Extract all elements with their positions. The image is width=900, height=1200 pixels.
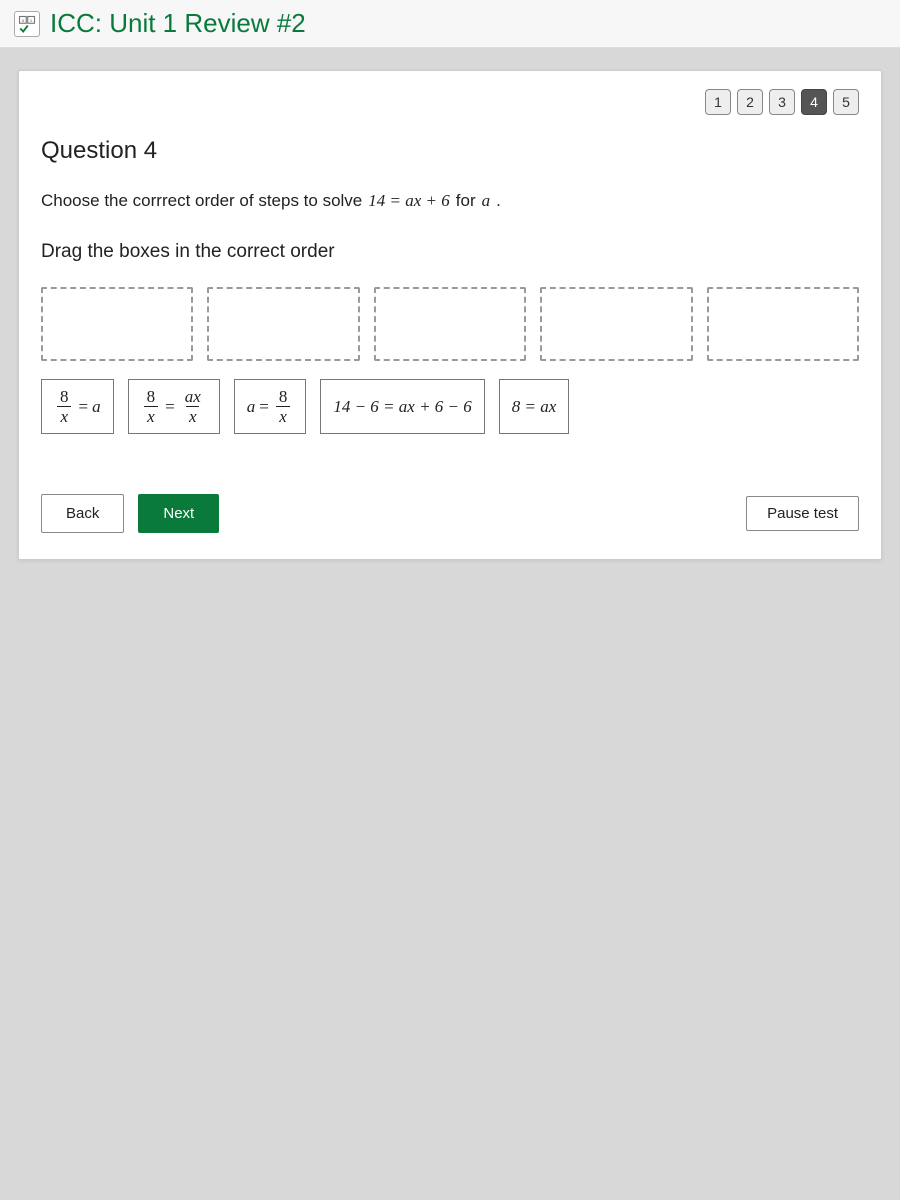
question-title: Question 4 — [41, 137, 859, 165]
prompt-equation: 14 = ax + 6 — [366, 191, 452, 211]
denominator: x — [276, 406, 290, 425]
expression: 14 − 6 = ax + 6 − 6 — [333, 397, 471, 417]
svg-text:x: x — [30, 17, 33, 22]
denominator: x — [144, 406, 158, 425]
drag-row: 8 x = a 8 x = ax x a = 8 x — [41, 379, 859, 434]
app-icon: a x — [14, 11, 40, 37]
prompt-variable: a — [480, 191, 493, 211]
numerator: 8 — [144, 388, 159, 406]
drag-item-1[interactable]: 8 x = a — [41, 379, 114, 434]
rhs: a — [92, 397, 101, 417]
prompt-text-after-1: for — [456, 191, 476, 211]
numerator: 8 — [276, 388, 291, 406]
next-button[interactable]: Next — [138, 494, 219, 533]
nav-pill-3[interactable]: 3 — [769, 89, 795, 115]
nav-pill-2[interactable]: 2 — [737, 89, 763, 115]
drag-item-4[interactable]: 14 − 6 = ax + 6 − 6 — [320, 379, 484, 434]
numerator: ax — [182, 388, 204, 406]
expression: 8 = ax — [512, 397, 557, 417]
equals: = — [79, 397, 89, 417]
nav-pill-5[interactable]: 5 — [833, 89, 859, 115]
denominator: x — [57, 406, 71, 425]
drag-item-5[interactable]: 8 = ax — [499, 379, 570, 434]
denominator: x — [186, 406, 200, 425]
numerator: 8 — [57, 388, 72, 406]
drop-slot-4[interactable] — [540, 287, 692, 361]
quiz-icon: a x — [18, 15, 36, 33]
prompt-text-before: Choose the corrrect order of steps to so… — [41, 191, 362, 211]
drag-item-3[interactable]: a = 8 x — [234, 379, 307, 434]
prompt-text-after-2: . — [496, 191, 501, 211]
pause-test-button[interactable]: Pause test — [746, 496, 859, 531]
nav-pill-1[interactable]: 1 — [705, 89, 731, 115]
drop-slot-2[interactable] — [207, 287, 359, 361]
app-title: ICC: Unit 1 Review #2 — [50, 8, 306, 39]
question-nav: 1 2 3 4 5 — [41, 89, 859, 115]
question-card: 1 2 3 4 5 Question 4 Choose the corrrect… — [18, 70, 882, 560]
drop-slot-3[interactable] — [374, 287, 526, 361]
lhs: a — [247, 397, 256, 417]
question-prompt: Choose the corrrect order of steps to so… — [41, 191, 859, 211]
button-row: Back Next Pause test — [41, 494, 859, 533]
equals: = — [165, 397, 175, 417]
app-header: a x ICC: Unit 1 Review #2 — [0, 0, 900, 48]
drop-slot-1[interactable] — [41, 287, 193, 361]
fraction-left: 8 x — [144, 388, 159, 425]
nav-pill-4[interactable]: 4 — [801, 89, 827, 115]
svg-text:a: a — [22, 17, 25, 22]
fraction-right: ax x — [182, 388, 204, 425]
fraction: 8 x — [57, 388, 72, 425]
fraction: 8 x — [276, 388, 291, 425]
back-button[interactable]: Back — [41, 494, 124, 533]
drag-item-2[interactable]: 8 x = ax x — [128, 379, 220, 434]
drag-instruction: Drag the boxes in the correct order — [41, 241, 859, 263]
drop-row — [41, 287, 859, 361]
equals: = — [259, 397, 269, 417]
drop-slot-5[interactable] — [707, 287, 859, 361]
